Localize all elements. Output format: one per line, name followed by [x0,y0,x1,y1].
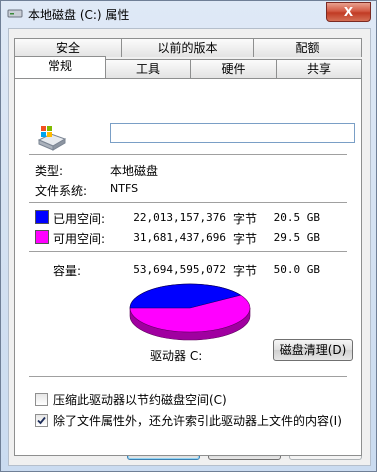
close-button[interactable]: X [326,2,371,22]
capacity-unit: 字节 [233,264,258,278]
capacity-label: 容量: [53,264,82,278]
properties-window: 本地磁盘 (C:) 属性 X 安全 以前的版本 配额 常规 工具 硬件 共享 类… [0,0,377,472]
tab-hardware[interactable]: 硬件 [190,59,277,78]
tab-quota[interactable]: 配额 [253,38,362,57]
drive-name-input[interactable] [110,123,355,143]
free-space-bytes: 31,681,437,696 [133,231,226,244]
tab-general[interactable]: 常规 [14,56,106,78]
tab-previous-versions[interactable]: 以前的版本 [121,38,254,57]
used-space-unit: 字节 [233,212,258,226]
index-label[interactable]: 除了文件属性外，还允许索引此驱动器上文件的内容(I) [53,412,342,429]
tab-tools[interactable]: 工具 [105,59,191,78]
general-tab-panel: 类型: 本地磁盘 文件系统: NTFS 已用空间: 22,013,157,376… [14,78,362,456]
capacity-bytes: 53,694,595,072 [133,263,226,276]
capacity-size: 50.0 GB [273,263,320,276]
checkmark-icon [37,416,46,425]
drive-icon [7,9,23,18]
compress-label[interactable]: 压缩此驱动器以节约磁盘空间(C) [53,391,227,408]
separator [29,202,347,203]
disk-cleanup-button[interactable]: 磁盘清理(D) [273,339,353,361]
compress-checkbox[interactable] [35,393,48,406]
disk-usage-pie [129,283,251,341]
separator [29,251,347,252]
title-bar[interactable]: 本地磁盘 (C:) 属性 X [1,1,376,27]
used-space-label: 已用空间: [53,212,106,226]
dialog-client: 安全 以前的版本 配额 常规 工具 硬件 共享 类型: 本地磁盘 文件系统: N… [8,28,371,466]
free-space-label: 可用空间: [53,232,106,246]
window-title: 本地磁盘 (C:) 属性 [28,8,130,22]
drive-letter-label: 驱动器 C: [150,349,203,363]
local-disk-icon [37,126,67,151]
free-space-size: 29.5 GB [273,231,320,244]
file-system-value: NTFS [110,182,139,195]
index-checkbox[interactable] [35,414,48,427]
tab-sharing[interactable]: 共享 [276,59,362,78]
used-space-bytes: 22,013,157,376 [133,211,226,224]
free-space-swatch [35,230,49,244]
type-label: 类型: [35,164,64,178]
used-space-size: 20.5 GB [273,211,320,224]
file-system-label: 文件系统: [35,184,88,198]
separator [29,154,347,155]
type-value: 本地磁盘 [110,164,159,178]
used-space-swatch [35,210,49,224]
free-space-unit: 字节 [233,232,258,246]
separator [29,376,347,377]
tab-security[interactable]: 安全 [14,38,122,57]
